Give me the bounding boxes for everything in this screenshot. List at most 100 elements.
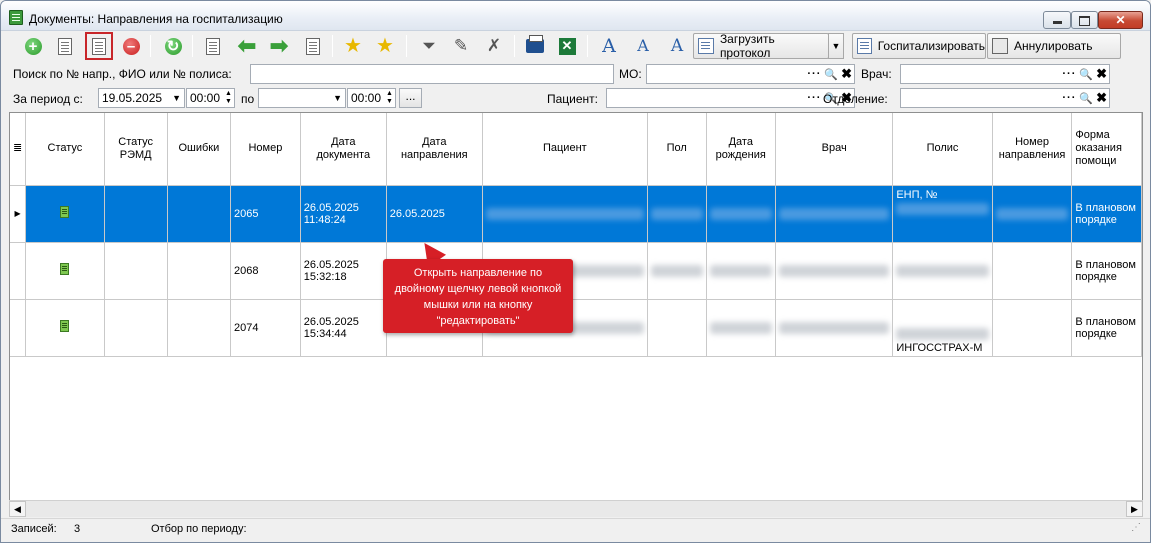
referral-number-cell [992,242,1073,300]
scroll-left-icon[interactable]: ◀ [9,501,26,517]
number-cell: 2068 [230,242,301,300]
birth-date-cell [706,185,777,243]
column-chooser-icon[interactable]: ≣ [13,142,22,154]
font-size-button[interactable]: A [597,34,621,58]
column-header[interactable]: Пациент [482,113,648,186]
table-row[interactable]: 2068 26.05.2025 15:32:18 26.05.2025 В пл… [10,242,1142,300]
column-header[interactable]: Ошибки [167,113,232,186]
chevron-down-icon[interactable]: ▼ [333,93,342,103]
filter-clear-button[interactable]: ✗ [482,34,506,58]
mo-clear-icon[interactable]: ✖ [841,66,852,82]
referral-number-cell [992,185,1073,243]
doctor-cell [775,242,894,300]
referrals-table: ≣ Статус Статус РЭМД Ошибки Номер Дата д… [10,113,1142,357]
care-form-cell: В плановом порядке [1071,242,1142,300]
status-document-icon [60,263,70,275]
print-icon [526,35,544,53]
column-header[interactable]: Статус [25,113,105,186]
period-to-time[interactable]: 00:00 ▲ ▼ [347,88,396,108]
cancel-documents-icon [989,36,1008,54]
prev-button[interactable]: ⬅ [235,34,259,58]
minimize-button[interactable] [1043,11,1071,29]
load-protocol-dropdown[interactable]: ▼ [828,33,844,59]
doc-date-cell: 26.05.2025 15:34:44 [300,299,387,357]
table-row[interactable]: ▶ 2065 26.05.2025 11:48:24 26.05.2025 ЕН… [10,185,1142,243]
window-title: Документы: Направления на госпитализацию [29,12,283,26]
department-clear-icon[interactable]: ✖ [1096,90,1107,106]
period-to-time-value: 00:00 [351,91,382,105]
sex-cell [647,185,707,243]
period-to-date[interactable]: ▼ [258,88,346,108]
row-selector-header[interactable]: ≣ [10,113,27,186]
table-row[interactable]: 2074 26.05.2025 15:34:44 26.05.2025 ИНГО… [10,299,1142,357]
period-from-date[interactable]: 19.05.2025 ▼ [98,88,185,108]
patient-browse-icon[interactable]: ··· [807,92,821,104]
delete-button[interactable]: – [119,34,143,58]
time-spinner-icon[interactable]: ▲ ▼ [385,90,394,106]
column-header[interactable]: Полис [892,113,993,186]
favorite-add-button[interactable]: ★ [341,34,365,58]
font-size-icon: A [602,35,616,57]
department-search-icon[interactable]: 🔍 [1079,92,1093,105]
filter-edit-icon: ✎ [453,36,469,55]
star-add-icon: ★ [344,35,362,57]
time-spinner-icon[interactable]: ▲ ▼ [224,90,233,106]
mo-search-icon[interactable]: 🔍 [824,68,838,81]
doctor-search-icon[interactable]: 🔍 [1079,68,1093,81]
edit-button[interactable] [85,32,113,60]
font-decrease-button[interactable]: A [631,34,655,58]
mo-browse-icon[interactable]: ··· [807,68,821,80]
column-header[interactable]: Пол [647,113,707,186]
column-header[interactable]: Форма оказания помощи [1071,113,1142,186]
maximize-button[interactable] [1071,11,1098,29]
column-header[interactable]: Врач [775,113,894,186]
filter-button[interactable]: ⏷ [417,34,441,58]
column-header[interactable]: Номер [230,113,301,186]
protocol-icon [698,38,714,54]
document-list-button[interactable] [301,34,325,58]
filter-edit-button[interactable]: ✎ [449,34,473,58]
favorite-down-button[interactable]: ★ [373,34,397,58]
load-protocol-button[interactable]: Загрузить протокол [693,32,829,60]
hospitalize-button[interactable]: Госпитализировать [852,33,986,59]
period-from-time[interactable]: 00:00 ▲ ▼ [186,88,235,108]
doc-date-cell: 26.05.2025 15:32:18 [300,242,387,300]
chevron-down-icon[interactable]: ▼ [172,93,181,103]
search-input[interactable] [250,64,614,84]
doctor-field[interactable]: ··· 🔍 ✖ [900,64,1110,84]
department-field[interactable]: ··· 🔍 ✖ [900,88,1110,108]
ref-date-cell: 26.05.2025 [386,185,483,243]
column-header[interactable]: Статус РЭМД [104,113,168,186]
doctor-clear-icon[interactable]: ✖ [1096,66,1107,82]
print-button[interactable] [523,34,547,58]
department-browse-icon[interactable]: ··· [1062,92,1076,104]
referrals-grid[interactable]: ≣ Статус Статус РЭМД Ошибки Номер Дата д… [9,112,1143,517]
close-button[interactable]: ✕ [1098,11,1143,29]
font-increase-button[interactable]: A [665,34,689,58]
status-document-icon [60,206,70,218]
column-header[interactable]: Дата направления [386,113,483,186]
excel-export-button[interactable]: ✕ [555,34,579,58]
mo-field[interactable]: ··· 🔍 ✖ [646,64,855,84]
horizontal-scrollbar[interactable]: ◀ ▶ [9,500,1143,517]
column-header[interactable]: Номер направления [992,113,1073,186]
birth-date-cell [706,299,777,357]
patient-field[interactable]: ··· 🔍 ✖ [606,88,855,108]
refresh-button[interactable]: ↻ [161,34,185,58]
scroll-right-icon[interactable]: ▶ [1126,501,1143,517]
column-header[interactable]: Дата рождения [706,113,777,186]
app-document-icon [9,10,23,25]
copy-button[interactable] [53,34,77,58]
doctor-browse-icon[interactable]: ··· [1062,68,1076,80]
cancel-button[interactable]: Аннулировать [987,33,1121,59]
document-view-button[interactable] [201,34,225,58]
add-icon: + [24,37,42,55]
add-button[interactable]: + [21,34,45,58]
period-ellipsis-button[interactable]: ... [399,88,422,108]
column-header[interactable]: Дата документа [300,113,387,186]
next-button[interactable]: ➡ [267,34,291,58]
period-from-date-value: 19.05.2025 [102,91,163,105]
resize-grip-icon[interactable]: ⋰ [1131,522,1141,533]
filter-icon: ⏷ [422,36,436,55]
search-label: Поиск по № напр., ФИО или № полиса: [13,67,232,81]
